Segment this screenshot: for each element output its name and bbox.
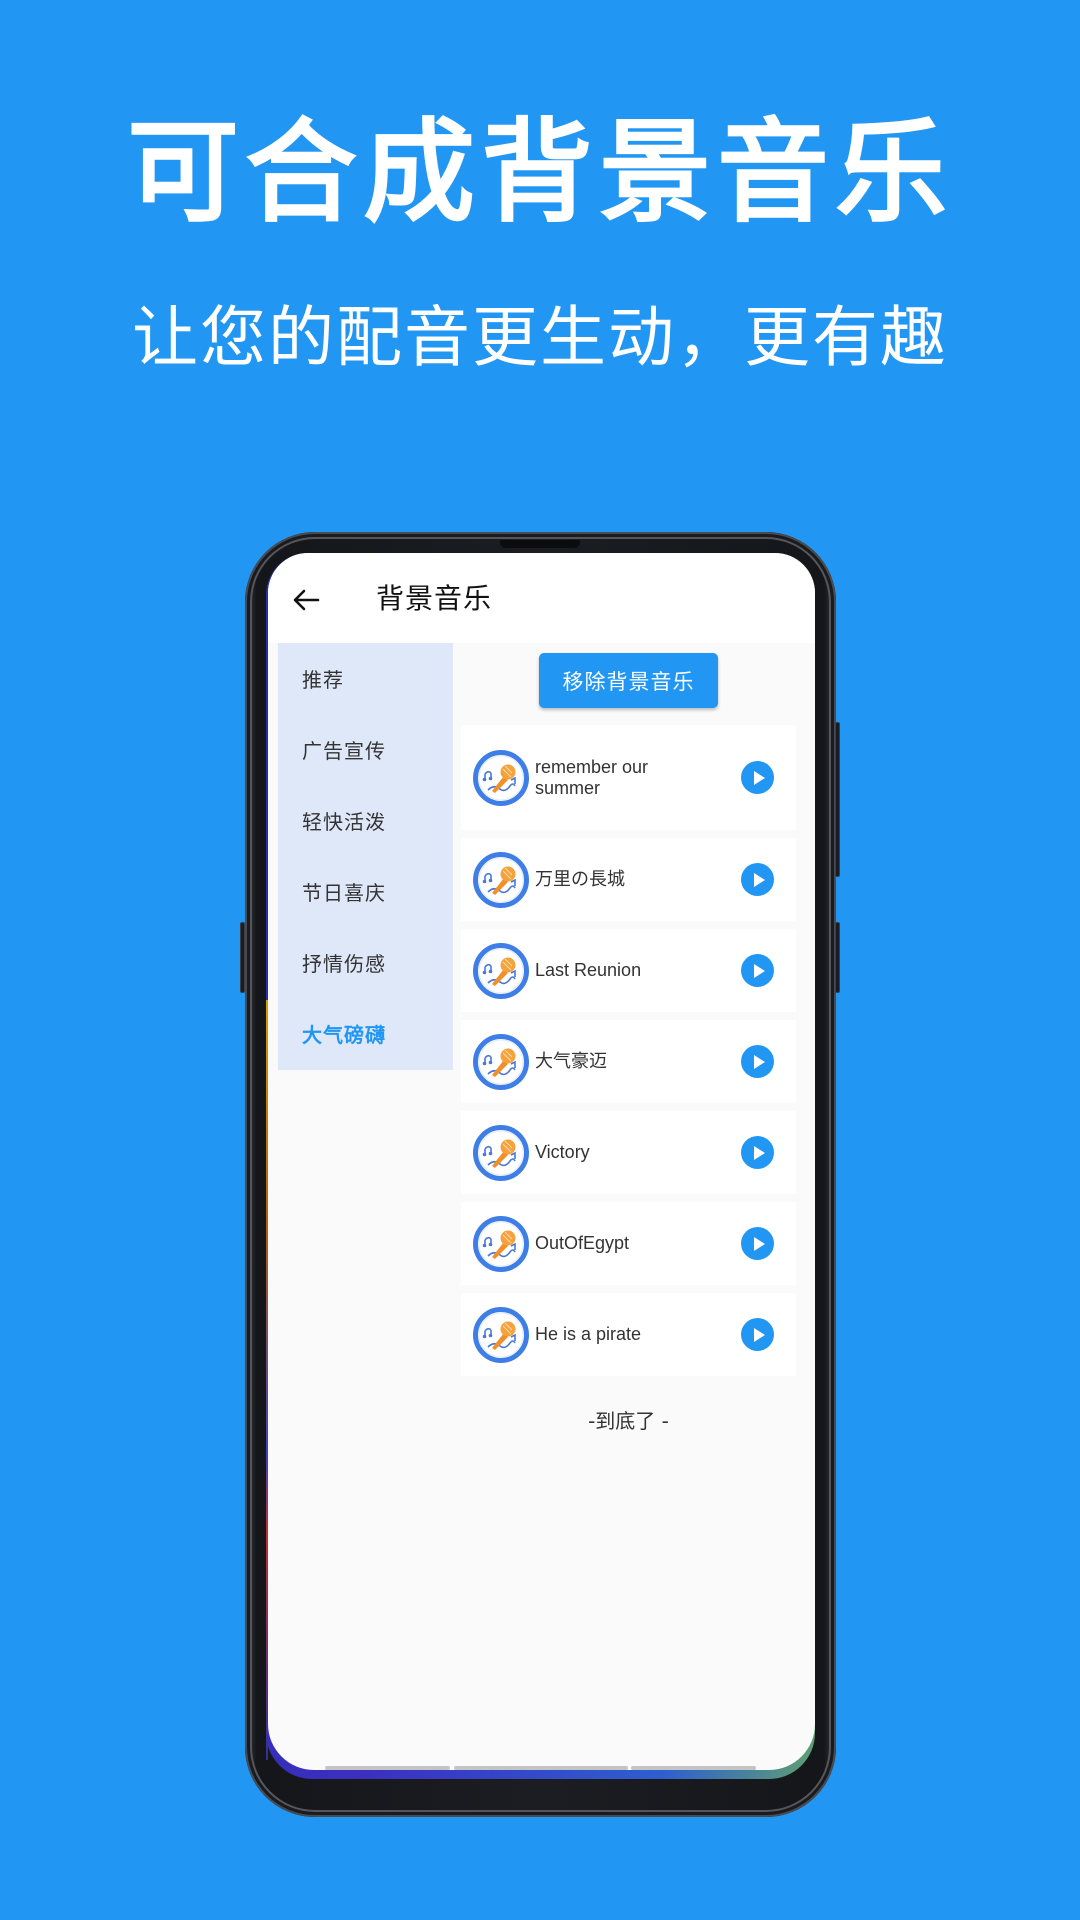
phone-side-button	[240, 922, 245, 993]
remove-background-music-button[interactable]: 移除背景音乐	[539, 653, 718, 708]
microphone-music-icon	[473, 749, 529, 806]
sidebar-item-category[interactable]: 大气磅礴	[278, 998, 453, 1069]
track-name: He is a pirate	[535, 1324, 642, 1344]
track-card[interactable]: Last Reunion	[461, 929, 796, 1012]
microphone-music-icon	[473, 942, 529, 999]
track-card[interactable]: OutOfEgypt	[461, 1202, 796, 1285]
back-button[interactable]	[292, 585, 320, 615]
play-icon	[753, 963, 765, 978]
track-list: remember our summer 万里の長城 Last Reunion 大…	[461, 725, 796, 1384]
track-name: 大气豪迈	[535, 1051, 607, 1071]
play-button[interactable]	[741, 863, 774, 896]
track-card[interactable]: 大气豪迈	[461, 1020, 796, 1103]
app-screen: 背景音乐 推荐 广告宣传 轻快活泼 节日喜庆 抒情伤感 大气磅礴 移除背景音乐 remem…	[268, 553, 815, 1770]
track-card[interactable]: Victory	[461, 1111, 796, 1194]
phone-speaker	[500, 540, 580, 548]
play-icon	[753, 1145, 765, 1160]
promo-headline: 可合成背景音乐	[127, 108, 953, 238]
play-icon	[753, 1327, 765, 1342]
microphone-music-icon	[473, 851, 529, 908]
page-title: 背景音乐	[376, 582, 493, 615]
arrow-left-icon	[293, 589, 320, 611]
microphone-music-icon	[473, 1124, 529, 1181]
play-icon	[753, 770, 765, 785]
phone-volume-button	[835, 722, 840, 877]
play-button[interactable]	[741, 1318, 774, 1351]
play-icon	[753, 1236, 765, 1251]
microphone-music-icon	[473, 1215, 529, 1272]
promo-subline: 让您的配音更生动，更有趣	[132, 299, 948, 376]
sidebar-item-category[interactable]: 抒情伤感	[278, 927, 453, 998]
track-name: remember our summer	[535, 756, 649, 798]
microphone-music-icon	[473, 1306, 529, 1363]
track-card[interactable]: He is a pirate	[461, 1293, 796, 1376]
bottom-bar-segment	[454, 1766, 628, 1770]
bottom-bar-segment	[325, 1766, 450, 1770]
app-bar: 背景音乐	[268, 553, 815, 643]
play-button[interactable]	[741, 954, 774, 987]
track-name: Victory	[535, 1142, 590, 1162]
sidebar-item-category[interactable]: 轻快活泼	[278, 785, 453, 856]
bottom-bar-segment	[631, 1766, 756, 1770]
play-button[interactable]	[741, 1045, 774, 1078]
sidebar-item-category[interactable]: 推荐	[278, 643, 453, 714]
track-card[interactable]: remember our summer	[461, 725, 796, 830]
phone-power-button	[835, 922, 840, 993]
play-button[interactable]	[741, 761, 774, 794]
play-icon	[753, 1054, 765, 1069]
play-button[interactable]	[741, 1227, 774, 1260]
microphone-music-icon	[473, 1033, 529, 1090]
end-of-list-label: -到底了 -	[588, 1409, 669, 1433]
sidebar-item-category[interactable]: 广告宣传	[278, 714, 453, 785]
track-name: OutOfEgypt	[535, 1233, 630, 1253]
sidebar-item-category[interactable]: 节日喜庆	[278, 856, 453, 927]
play-icon	[753, 872, 765, 887]
category-sidebar: 推荐 广告宣传 轻快活泼 节日喜庆 抒情伤感 大气磅礴	[278, 643, 453, 1070]
play-button[interactable]	[741, 1136, 774, 1169]
track-name: 万里の長城	[535, 869, 625, 889]
track-card[interactable]: 万里の長城	[461, 838, 796, 921]
track-name: Last Reunion	[535, 960, 642, 980]
